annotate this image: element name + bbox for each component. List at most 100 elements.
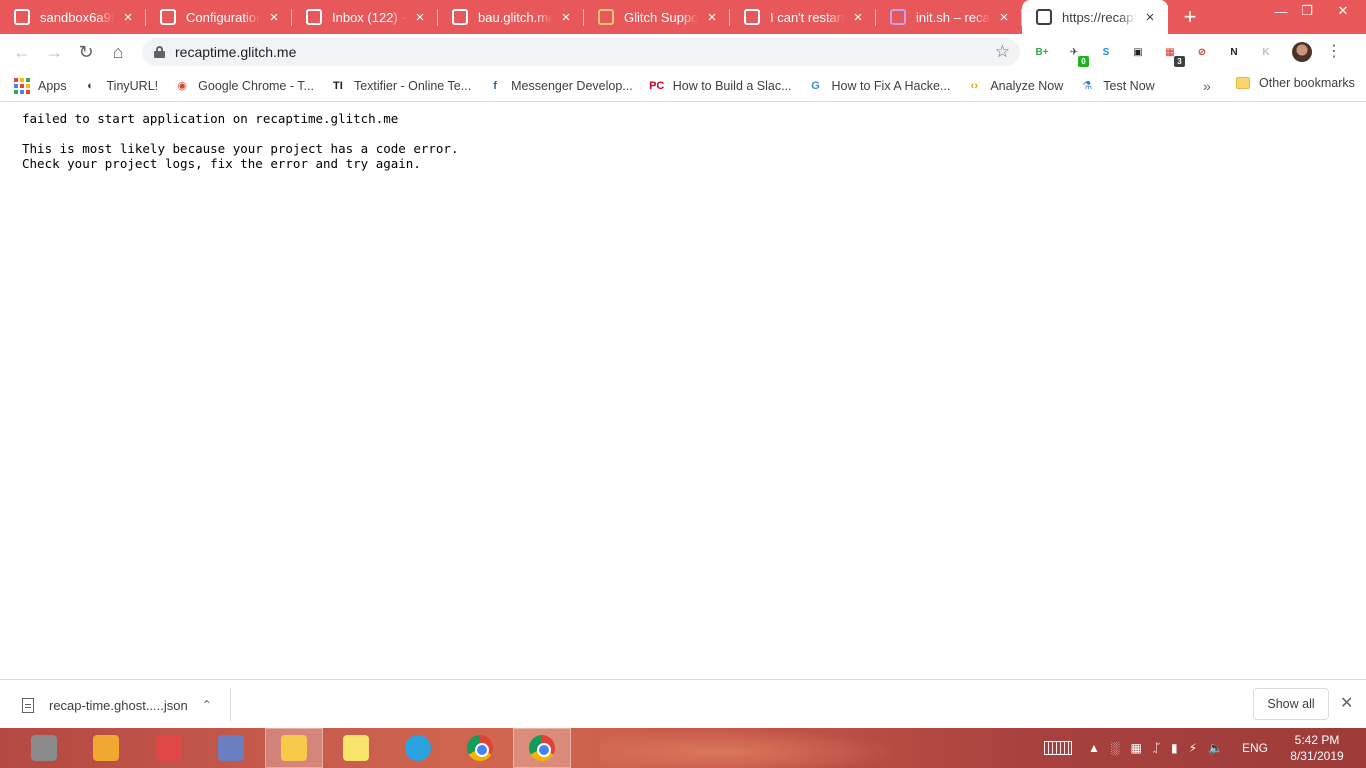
- tab-close-icon[interactable]: ×: [850, 9, 866, 25]
- close-download-bar-icon[interactable]: ✕: [1340, 693, 1353, 713]
- lambda-app-icon: [218, 735, 244, 761]
- k-ext-icon[interactable]: K: [1256, 42, 1276, 62]
- bookmark-item[interactable]: G How to Fix A Hacke...: [808, 78, 951, 94]
- tab-close-icon[interactable]: ×: [412, 9, 428, 25]
- extensions-area: B+ ✈ 0 S ▣ ▦ 3 ⊘ N K ⋮: [1032, 42, 1342, 67]
- pip-ext-icon[interactable]: ▣: [1128, 42, 1148, 62]
- tab-3[interactable]: bau.glitch.me/f ×: [438, 0, 584, 34]
- doc-icon: [744, 9, 760, 25]
- profile-avatar[interactable]: [1292, 42, 1312, 62]
- new-tab-button[interactable]: +: [1176, 3, 1204, 31]
- error-heading: failed to start application on recaptime…: [22, 111, 399, 126]
- bluetooth-icon[interactable]: ᛢ: [1153, 741, 1160, 755]
- taskbar-app[interactable]: [451, 728, 509, 768]
- bookmark-item[interactable]: ⚗ Test Now: [1079, 78, 1154, 94]
- bookmark-item[interactable]: Apps: [14, 77, 67, 94]
- taskbar-app[interactable]: [513, 728, 571, 768]
- tab-title[interactable]: Glitch Support: [624, 10, 698, 25]
- chevron-up-icon[interactable]: ⌃: [202, 698, 212, 712]
- bookmark-label[interactable]: Google Chrome - T...: [198, 79, 314, 93]
- file-icon: [22, 697, 34, 713]
- address-bar[interactable]: recaptime.glitch.me ☆: [142, 38, 1020, 66]
- network-icon[interactable]: ░: [1111, 741, 1120, 755]
- bplus-ext-icon[interactable]: B+: [1032, 42, 1052, 62]
- tab-0[interactable]: sandbox6a9b4 ×: [0, 0, 146, 34]
- taskbar-app[interactable]: [202, 728, 260, 768]
- power-icon[interactable]: ⚡: [1189, 741, 1197, 755]
- download-item[interactable]: recap-time.ghost.....json ⌃: [0, 688, 231, 722]
- bookmark-label[interactable]: Analyze Now: [990, 79, 1063, 93]
- tab-close-icon[interactable]: ×: [558, 9, 574, 25]
- tab-2[interactable]: Inbox (122) - ar ×: [292, 0, 438, 34]
- bookmark-label[interactable]: Textifier - Online Te...: [354, 79, 471, 93]
- plane-ext-icon[interactable]: ✈ 0: [1064, 42, 1089, 67]
- bookmark-item[interactable]: f Messenger Develop...: [487, 78, 633, 94]
- home-icon[interactable]: ⌂: [102, 36, 134, 68]
- other-bookmarks-label[interactable]: Other bookmarks: [1259, 76, 1355, 90]
- taskbar-app[interactable]: [327, 728, 385, 768]
- tab-close-icon[interactable]: ×: [704, 9, 720, 25]
- tab-close-icon[interactable]: ×: [120, 9, 136, 25]
- bookmark-label[interactable]: Apps: [38, 79, 67, 93]
- taskbar-app[interactable]: [140, 728, 198, 768]
- bookmark-label[interactable]: Test Now: [1103, 79, 1154, 93]
- bookmark-label[interactable]: TinyURL!: [107, 79, 159, 93]
- url-text[interactable]: recaptime.glitch.me: [175, 44, 296, 60]
- tab-close-icon[interactable]: ×: [1142, 9, 1158, 25]
- tab-4[interactable]: Glitch Support ×: [584, 0, 730, 34]
- bookmarks-overflow-icon[interactable]: »: [1203, 78, 1211, 94]
- other-bookmarks[interactable]: Other bookmarks: [1236, 76, 1355, 90]
- restore-icon[interactable]: ❐: [1294, 0, 1320, 22]
- lock-icon[interactable]: [154, 46, 165, 58]
- tab-5[interactable]: I can't restart m ×: [730, 0, 876, 34]
- block-ext-icon[interactable]: ⊘: [1192, 42, 1212, 62]
- tab-7[interactable]: https://recaptin ×: [1022, 0, 1168, 34]
- bookmark-star-icon[interactable]: ☆: [995, 42, 1010, 62]
- back-icon[interactable]: ←: [6, 36, 38, 68]
- bookmark-label[interactable]: How to Build a Slac...: [673, 79, 792, 93]
- doc-icon: [160, 9, 176, 25]
- language-indicator[interactable]: ENG: [1242, 741, 1268, 755]
- tab-title[interactable]: Configuration: [186, 10, 260, 25]
- reload-icon[interactable]: ↻: [70, 36, 102, 68]
- clock[interactable]: 5:42 PM 8/31/2019: [1282, 732, 1352, 764]
- download-filename[interactable]: recap-time.ghost.....json: [49, 698, 188, 713]
- taskbar-app[interactable]: [389, 728, 447, 768]
- bookmark-item[interactable]: ‹› Analyze Now: [966, 78, 1064, 94]
- tray-app-icon[interactable]: ▦: [1130, 741, 1141, 755]
- minimize-icon[interactable]: —: [1268, 0, 1294, 22]
- tab-close-icon[interactable]: ×: [996, 9, 1012, 25]
- tab-title[interactable]: init.sh – recapti: [916, 10, 990, 25]
- google-icon: G: [811, 79, 820, 92]
- battery-icon[interactable]: ▮: [1171, 741, 1178, 755]
- s-ext-icon[interactable]: S: [1096, 42, 1116, 62]
- close-window-icon[interactable]: ✕: [1320, 0, 1366, 22]
- bookmark-item[interactable]: ◉ Google Chrome - T...: [174, 78, 314, 94]
- taskbar-app[interactable]: [77, 728, 135, 768]
- keyboard-icon[interactable]: [1044, 741, 1073, 755]
- tab-1[interactable]: Configuration ×: [146, 0, 292, 34]
- more-menu-icon[interactable]: ⋮: [1326, 44, 1342, 60]
- taskbar-app[interactable]: [265, 728, 323, 768]
- bookmark-label[interactable]: Messenger Develop...: [511, 79, 633, 93]
- volume-icon[interactable]: 🔈: [1208, 741, 1223, 755]
- show-all-button[interactable]: Show all: [1253, 688, 1329, 720]
- tab-title[interactable]: sandbox6a9b4: [40, 10, 114, 25]
- tab-title[interactable]: https://recaptin: [1062, 10, 1136, 25]
- bookmark-label[interactable]: How to Fix A Hacke...: [832, 79, 951, 93]
- forward-icon[interactable]: →: [38, 36, 70, 68]
- tab-6[interactable]: init.sh – recapti ×: [876, 0, 1022, 34]
- browser-toolbar: ← → ↻ ⌂ recaptime.glitch.me ☆ B+ ✈ 0 S ▣ ▦ 3 ⊘ N…: [0, 34, 1366, 70]
- taskbar-app[interactable]: [15, 728, 73, 768]
- tab-title[interactable]: bau.glitch.me/f: [478, 10, 552, 25]
- notion-ext-icon[interactable]: N: [1224, 42, 1244, 62]
- tab-strip: sandbox6a9b4×Configuration×Inbox (122) -…: [0, 0, 1366, 34]
- bookmark-item[interactable]: PC How to Build a Slac...: [649, 78, 792, 94]
- chevron-up-tray-icon[interactable]: ▲: [1088, 741, 1100, 755]
- bookmark-item[interactable]: TI Textifier - Online Te...: [330, 78, 471, 94]
- todo-ext-icon[interactable]: ▦ 3: [1160, 42, 1185, 67]
- tab-close-icon[interactable]: ×: [266, 9, 282, 25]
- tab-title[interactable]: Inbox (122) - ar: [332, 10, 406, 25]
- bookmark-item[interactable]: ◐ TinyURL!: [83, 78, 159, 94]
- tab-title[interactable]: I can't restart m: [770, 10, 844, 25]
